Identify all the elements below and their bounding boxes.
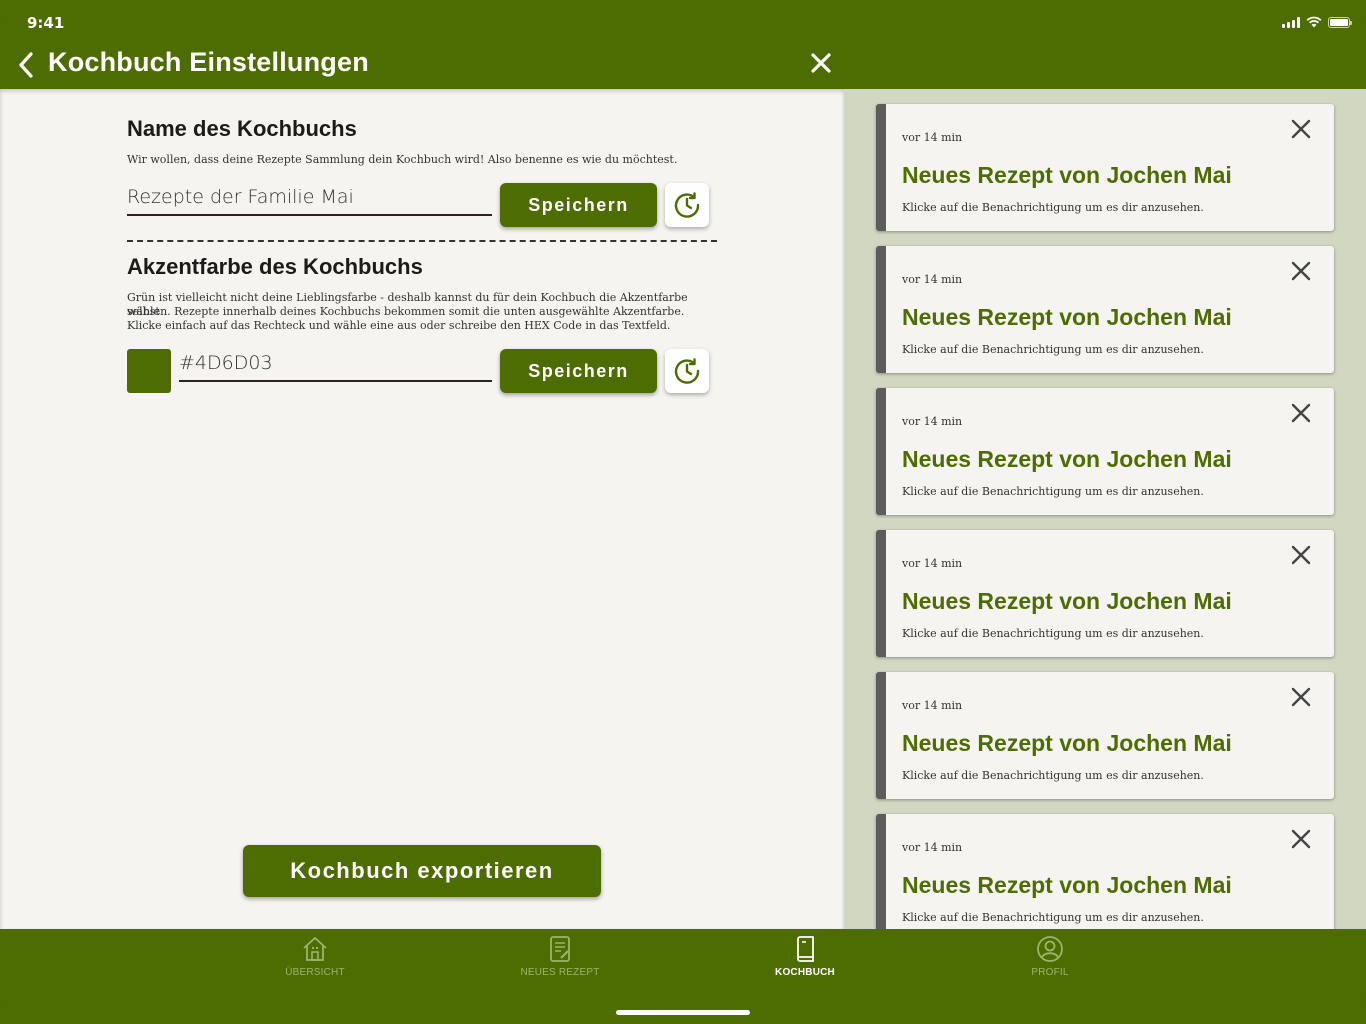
notification-time: vor 14 min — [902, 131, 963, 144]
tab-kochbuch[interactable]: KOCHBUCH — [745, 935, 865, 978]
notification-subtitle: Klicke auf die Benachrichtigung um es di… — [902, 343, 1204, 356]
cookbook-name-description: Wir wollen, dass deine Rezepte Sammlung … — [127, 153, 678, 166]
notification-subtitle: Klicke auf die Benachrichtigung um es di… — [902, 485, 1204, 498]
tab-uebersicht[interactable]: ÜBERSICHT — [255, 935, 375, 978]
notifications-panel: vor 14 min Neues Rezept von Jochen Mai Kli… — [844, 89, 1366, 929]
notification-title: Neues Rezept von Jochen Mai — [902, 730, 1232, 756]
home-indicator — [616, 1010, 750, 1015]
accent-color-swatch[interactable] — [127, 349, 171, 393]
notification-time: vor 14 min — [902, 699, 963, 712]
dismiss-notification-icon[interactable] — [1290, 686, 1312, 708]
accent-color-description-2: wählen. Rezepte innerhalb deines Kochbuc… — [127, 305, 685, 318]
notification-title: Neues Rezept von Jochen Mai — [902, 304, 1232, 330]
profile-icon — [1037, 936, 1063, 962]
section-divider — [127, 240, 717, 242]
notification-subtitle: Klicke auf die Benachrichtigung um es di… — [902, 769, 1204, 782]
back-chevron-icon[interactable] — [14, 48, 40, 82]
settings-panel: Name des Kochbuchs Wir wollen, dass dein… — [0, 89, 844, 929]
notification-title: Neues Rezept von Jochen Mai — [902, 872, 1232, 898]
notification-time: vor 14 min — [902, 415, 963, 428]
home-icon — [303, 937, 327, 961]
tab-label: ÜBERSICHT — [285, 967, 345, 978]
accent-color-description-3: Klicke einfach auf das Rechteck und wähl… — [127, 319, 671, 332]
notification-subtitle: Klicke auf die Benachrichtigung um es di… — [902, 201, 1204, 214]
notification-card[interactable]: vor 14 min Neues Rezept von Jochen Mai Kli… — [876, 672, 1334, 799]
notification-subtitle: Klicke auf die Benachrichtigung um es di… — [902, 911, 1204, 924]
save-name-button[interactable]: Speichern — [500, 183, 657, 227]
hex-code-input[interactable]: #4D6D03 — [179, 348, 492, 382]
dismiss-notification-icon[interactable] — [1290, 118, 1312, 140]
history-reset-icon — [674, 192, 700, 218]
notification-title: Neues Rezept von Jochen Mai — [902, 162, 1232, 188]
save-color-button[interactable]: Speichern — [500, 349, 657, 393]
cookbook-name-heading: Name des Kochbuchs — [127, 116, 357, 141]
dismiss-notification-icon[interactable] — [1290, 402, 1312, 424]
header-bar: Kochbuch Einstellungen — [0, 44, 844, 89]
app-window: 9:41 Kochbuch Einstellungen Name des Koc… — [0, 0, 1366, 1024]
tab-label: PROFIL — [1031, 967, 1069, 978]
dismiss-notification-icon[interactable] — [1290, 544, 1312, 566]
cookbook-name-input[interactable]: Rezepte der Familie Mai — [127, 182, 492, 216]
status-time: 9:41 — [27, 14, 65, 32]
recipe-edit-icon — [550, 936, 570, 962]
notification-card[interactable]: vor 14 min Neues Rezept von Jochen Mai Kli… — [876, 104, 1334, 231]
accent-color-heading: Akzentfarbe des Kochbuchs — [127, 254, 423, 279]
tab-label: NEUES REZEPT — [520, 967, 600, 978]
tab-profil[interactable]: PROFIL — [990, 935, 1110, 978]
notification-title: Neues Rezept von Jochen Mai — [902, 588, 1232, 614]
history-reset-icon — [674, 358, 700, 384]
notification-subtitle: Klicke auf die Benachrichtigung um es di… — [902, 627, 1204, 640]
reset-name-button[interactable] — [665, 183, 709, 227]
notification-card[interactable]: vor 14 min Neues Rezept von Jochen Mai Kli… — [876, 388, 1334, 515]
wifi-icon — [1306, 16, 1322, 28]
status-icons — [1282, 16, 1352, 28]
page-title: Kochbuch Einstellungen — [48, 47, 369, 77]
notification-card[interactable]: vor 14 min Neues Rezept von Jochen Mai Kli… — [876, 530, 1334, 657]
cookbook-icon — [797, 936, 814, 962]
notification-time: vor 14 min — [902, 841, 963, 854]
notification-title: Neues Rezept von Jochen Mai — [902, 446, 1232, 472]
cellular-signal-icon — [1282, 16, 1300, 28]
notification-card[interactable]: vor 14 min Neues Rezept von Jochen Mai Kli… — [876, 246, 1334, 373]
notification-time: vor 14 min — [902, 557, 963, 570]
notification-card[interactable]: vor 14 min Neues Rezept von Jochen Mai Kli… — [876, 814, 1334, 929]
dismiss-notification-icon[interactable] — [1290, 260, 1312, 282]
battery-icon — [1328, 16, 1352, 28]
reset-color-button[interactable] — [665, 349, 709, 393]
tab-neues-rezept[interactable]: NEUES REZEPT — [500, 935, 620, 978]
tab-label: KOCHBUCH — [775, 967, 835, 978]
notification-time: vor 14 min — [902, 273, 963, 286]
close-icon[interactable] — [808, 50, 834, 76]
status-bar: 9:41 — [0, 0, 1366, 44]
export-cookbook-button[interactable]: Kochbuch exportieren — [243, 845, 601, 897]
dismiss-notification-icon[interactable] — [1290, 828, 1312, 850]
